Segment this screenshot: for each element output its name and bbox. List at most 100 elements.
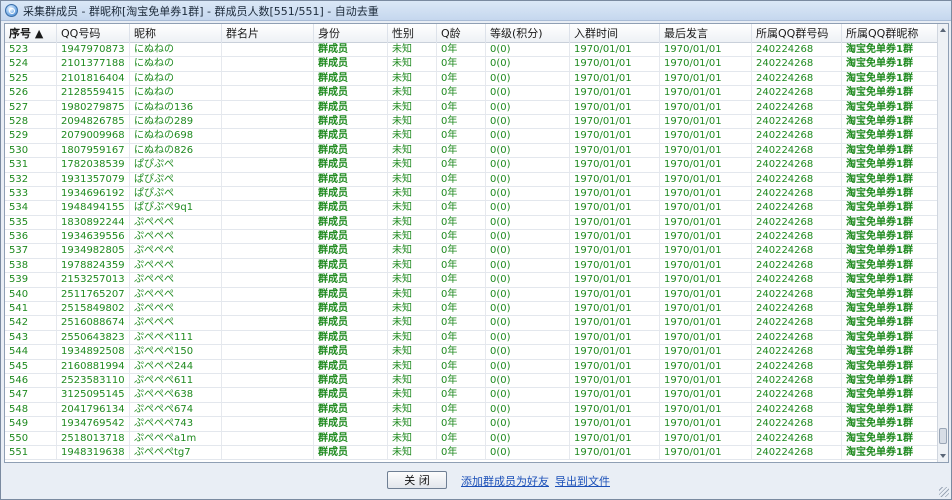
scroll-thumb[interactable] xyxy=(939,428,947,444)
cell-group-number: 240224268 xyxy=(752,172,842,186)
table-row[interactable]: 526 2128559415 にぬねの 群成员 未知 0年 0(0) 1970/01/01 19… xyxy=(5,86,938,101)
cell-index: 549 xyxy=(5,417,57,431)
table-row[interactable]: 543 2550643823 ぷぺぺぺ111 群成员 未知 0年 0(0) 1970/01/0… xyxy=(5,330,938,346)
column-header-gender[interactable]: 性别 xyxy=(388,24,437,43)
table-row[interactable]: 529 2079009968 にぬねの698 群成员 未知 0年 0(0) 1970/01/0… xyxy=(5,129,938,144)
table-row[interactable]: 545 2160881994 ぷぺぺぺ244 群成员 未知 0年 0(0) 1970/01/0… xyxy=(5,359,938,374)
cell-index: 548 xyxy=(5,402,57,417)
table-row[interactable]: 547 3125095145 ぷぺぺぺ638 群成员 未知 0年 0(0) 1970/01/0… xyxy=(5,388,938,403)
table-row[interactable]: 530 1807959167 にぬねの826 群成员 未知 0年 0(0) 1970/01/0… xyxy=(5,143,938,159)
cell-q-age: 0年 xyxy=(437,86,486,100)
vertical-scrollbar[interactable] xyxy=(937,24,948,462)
table-row[interactable]: 532 1931357079 ぱぴぷぺ 群成员 未知 0年 0(0) 1970/01/01 19… xyxy=(5,172,938,187)
title-bar[interactable]: 采集群成员 - 群昵称[淘宝免单券1群] - 群成员人数[551/551] - … xyxy=(1,1,951,21)
table-row[interactable]: 538 1978824359 ぷぺぺぺ 群成员 未知 0年 0(0) 1970/01/01 19… xyxy=(5,258,938,274)
cell-group-number: 240224268 xyxy=(752,431,842,445)
table-row[interactable]: 548 2041796134 ぷぺぺぺ674 群成员 未知 0年 0(0) 1970/01/0… xyxy=(5,402,938,418)
column-header-group-card[interactable]: 群名片 xyxy=(222,24,314,43)
column-header-level[interactable]: 等级(积分) xyxy=(486,24,570,43)
cell-level: 0(0) xyxy=(486,244,570,258)
cell-role: 群成员 xyxy=(314,431,388,445)
table-row[interactable]: 525 2101816404 にぬねの 群成员 未知 0年 0(0) 1970/01/01 19… xyxy=(5,71,938,87)
scroll-down-icon[interactable] xyxy=(939,451,947,461)
table-row[interactable]: 527 1980279875 にぬねの136 群成员 未知 0年 0(0) 1970/01/0… xyxy=(5,100,938,115)
close-button[interactable]: 关 闭 xyxy=(387,471,447,489)
cell-group-number: 240224268 xyxy=(752,71,842,86)
cell-qq-number: 1931357079 xyxy=(57,172,130,186)
resize-grip-icon[interactable] xyxy=(939,487,949,497)
cell-group-card xyxy=(222,57,314,71)
cell-role: 群成员 xyxy=(314,230,388,244)
cell-qq-number: 2511765207 xyxy=(57,287,130,302)
column-header-join-time[interactable]: 入群时间 xyxy=(570,24,660,43)
column-header-q-age[interactable]: Q龄 xyxy=(437,24,486,43)
cell-level: 0(0) xyxy=(486,359,570,373)
cell-nickname: ぷぺぺぺa1m xyxy=(130,431,222,445)
table-row[interactable]: 523 1947970873 にぬねの 群成员 未知 0年 0(0) 1970/01/01 19… xyxy=(5,43,938,58)
cell-qq-number: 1830892244 xyxy=(57,215,130,230)
table-row[interactable]: 550 2518013718 ぷぺぺぺa1m 群成员 未知 0年 0(0) 1970/01/0… xyxy=(5,431,938,446)
cell-q-age: 0年 xyxy=(437,43,486,57)
cell-role: 群成员 xyxy=(314,143,388,158)
cell-qq-number: 2518013718 xyxy=(57,431,130,445)
cell-index: 523 xyxy=(5,43,57,57)
cell-gender: 未知 xyxy=(388,158,437,172)
table-row[interactable]: 534 1948494155 ぱぴぷぺ9q1 群成员 未知 0年 0(0) 1970/01/0… xyxy=(5,201,938,216)
cell-last-speak: 1970/01/01 xyxy=(660,373,752,388)
table-row[interactable]: 535 1830892244 ぷぺぺぺ 群成员 未知 0年 0(0) 1970/01/01 19… xyxy=(5,215,938,231)
column-header-group-number[interactable]: 所属QQ群号码 xyxy=(752,24,842,43)
cell-group-card xyxy=(222,201,314,215)
scroll-up-icon[interactable] xyxy=(939,25,947,35)
table-row[interactable]: 524 2101377188 にぬねの 群成员 未知 0年 0(0) 1970/01/01 19… xyxy=(5,57,938,72)
column-header-nickname[interactable]: 昵称 xyxy=(130,24,222,43)
column-header-qq-number[interactable]: QQ号码 xyxy=(57,24,130,43)
cell-index: 533 xyxy=(5,186,57,201)
cell-level: 0(0) xyxy=(486,201,570,215)
cell-level: 0(0) xyxy=(486,186,570,201)
table-row[interactable]: 544 1934892508 ぷぺぺぺ150 群成员 未知 0年 0(0) 1970/01/0… xyxy=(5,345,938,360)
cell-gender: 未知 xyxy=(388,330,437,345)
table-row[interactable]: 541 2515849802 ぷぺぺぺ 群成员 未知 0年 0(0) 1970/01/01 19… xyxy=(5,302,938,317)
table-row[interactable]: 546 2523583110 ぷぺぺぺ611 群成员 未知 0年 0(0) 1970/01/0… xyxy=(5,373,938,389)
table-row[interactable]: 531 1782038539 ぱぴぷぺ 群成员 未知 0年 0(0) 1970/01/01 19… xyxy=(5,158,938,173)
cell-qq-number: 1947970873 xyxy=(57,43,130,57)
table-row[interactable]: 539 2153257013 ぷぺぺぺ 群成员 未知 0年 0(0) 1970/01/01 19… xyxy=(5,273,938,288)
cell-group-number: 240224268 xyxy=(752,86,842,100)
cell-group-card xyxy=(222,215,314,230)
cell-group-name: 淘宝免单券1群 xyxy=(842,230,938,244)
table-row[interactable]: 549 1934769542 ぷぺぺぺ743 群成员 未知 0年 0(0) 1970/01/0… xyxy=(5,417,938,432)
cell-group-number: 240224268 xyxy=(752,373,842,388)
column-header-index[interactable]: 序号 ▲ xyxy=(5,24,57,43)
cell-gender: 未知 xyxy=(388,316,437,330)
table-row[interactable]: 533 1934696192 ぱぴぷぺ 群成员 未知 0年 0(0) 1970/01/01 19… xyxy=(5,186,938,202)
column-header-last-speak[interactable]: 最后发言 xyxy=(660,24,752,43)
table-row[interactable]: 551 1948319638 ぷぺぺぺtg7 群成员 未知 0年 0(0) 1970/01/0… xyxy=(5,445,938,461)
cell-role: 群成员 xyxy=(314,445,388,460)
column-header-group-name[interactable]: 所属QQ群昵称 xyxy=(842,24,938,43)
cell-group-card xyxy=(222,143,314,158)
cell-join-time: 1970/01/01 xyxy=(570,316,660,330)
cell-role: 群成员 xyxy=(314,114,388,129)
table-row[interactable]: 536 1934639556 ぷぺぺぺ 群成员 未知 0年 0(0) 1970/01/01 19… xyxy=(5,230,938,245)
cell-group-name: 淘宝免单券1群 xyxy=(842,172,938,186)
column-header-role[interactable]: 身份 xyxy=(314,24,388,43)
cell-nickname: ぷぺぺぺ xyxy=(130,316,222,330)
cell-q-age: 0年 xyxy=(437,57,486,71)
cell-group-card xyxy=(222,230,314,244)
cell-nickname: ぷぺぺぺ674 xyxy=(130,402,222,417)
cell-group-name: 淘宝免单券1群 xyxy=(842,431,938,445)
table-row[interactable]: 540 2511765207 ぷぺぺぺ 群成员 未知 0年 0(0) 1970/01/01 19… xyxy=(5,287,938,303)
cell-join-time: 1970/01/01 xyxy=(570,143,660,158)
export-to-file-link[interactable]: 导出到文件 xyxy=(555,473,610,489)
cell-qq-number: 1807959167 xyxy=(57,143,130,158)
cell-group-number: 240224268 xyxy=(752,345,842,359)
cell-join-time: 1970/01/01 xyxy=(570,215,660,230)
table-row[interactable]: 537 1934982805 ぷぺぺぺ 群成员 未知 0年 0(0) 1970/01/01 19… xyxy=(5,244,938,259)
add-members-as-friends-link[interactable]: 添加群成员为好友 xyxy=(461,473,549,489)
table-row[interactable]: 528 2094826785 にぬねの289 群成员 未知 0年 0(0) 1970/01/0… xyxy=(5,114,938,130)
cell-level: 0(0) xyxy=(486,316,570,330)
cell-role: 群成员 xyxy=(314,71,388,86)
cell-nickname: ぷぺぺぺ xyxy=(130,273,222,287)
cell-q-age: 0年 xyxy=(437,330,486,345)
table-row[interactable]: 542 2516088674 ぷぺぺぺ 群成员 未知 0年 0(0) 1970/01/01 19… xyxy=(5,316,938,331)
